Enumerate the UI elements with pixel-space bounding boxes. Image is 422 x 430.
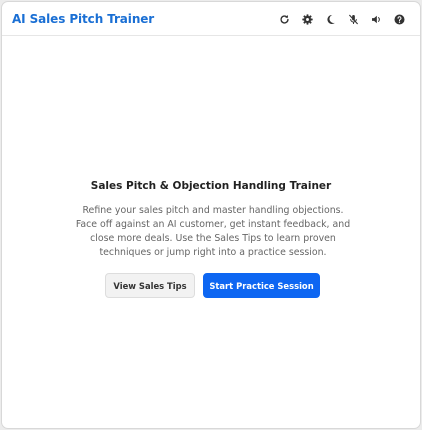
page-heading: Sales Pitch & Objection Handling Trainer: [90, 180, 332, 192]
start-practice-session-button[interactable]: Start Practice Session: [203, 273, 320, 298]
help-button[interactable]: [388, 11, 411, 27]
dark-mode-button[interactable]: [319, 11, 342, 27]
app-window: AI Sales Pitch Trainer Sales Pitch & Obj…: [1, 1, 421, 429]
refresh-icon: [280, 14, 289, 24]
main-content: Sales Pitch & Objection Handling Trainer…: [2, 37, 420, 428]
refresh-button[interactable]: [273, 11, 296, 27]
view-sales-tips-button[interactable]: View Sales Tips: [105, 273, 195, 298]
mic-off-icon: [348, 14, 359, 24]
app-title: AI Sales Pitch Trainer: [12, 12, 155, 26]
mic-toggle-button[interactable]: [342, 11, 365, 27]
moon-icon: [327, 14, 335, 24]
gear-icon: [302, 13, 313, 25]
settings-button[interactable]: [296, 11, 319, 27]
sound-button[interactable]: [365, 11, 388, 27]
help-icon: [394, 13, 405, 25]
intro-description: Refine your sales pitch and master handl…: [75, 205, 351, 258]
app-header: AI Sales Pitch Trainer: [2, 2, 420, 36]
toolbar: [273, 11, 411, 27]
speaker-icon: [372, 15, 380, 23]
